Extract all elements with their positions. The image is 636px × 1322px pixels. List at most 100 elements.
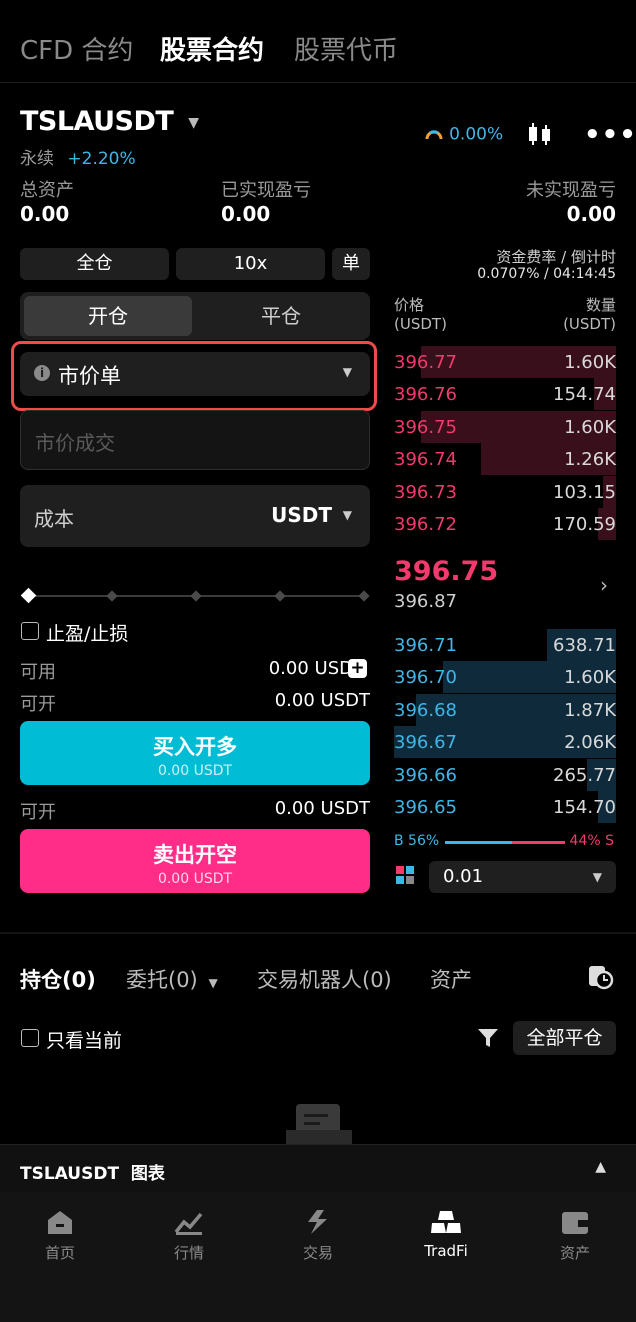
- total-assets-value: 0.00: [20, 202, 70, 226]
- buy-long-sub: 0.00 USDT: [157, 763, 233, 779]
- funding-value: 0.0707% / 04:14:45: [477, 266, 616, 282]
- order-qty: 1.60K: [564, 352, 616, 373]
- chevron-down-icon: ▼: [342, 365, 352, 379]
- gold-bars-icon: [431, 1211, 461, 1233]
- bid-row[interactable]: 396.68 1.87K: [394, 693, 616, 726]
- history-icon[interactable]: [586, 962, 614, 994]
- funding-label: 资金费率 / 倒计时: [496, 248, 616, 266]
- price-input[interactable]: 市价成交: [20, 410, 370, 470]
- order-type-select[interactable]: i 市价单 ▼: [20, 352, 370, 396]
- cost-input[interactable]: 成本 USDT ▼: [20, 485, 370, 547]
- order-qty: 170.59: [553, 514, 616, 535]
- ask-row[interactable]: 396.74 1.26K: [394, 443, 616, 476]
- bid-row[interactable]: 396.70 1.60K: [394, 661, 616, 694]
- more-icon[interactable]: •••: [584, 120, 636, 150]
- nav-assets[interactable]: 资产: [520, 1208, 630, 1263]
- contract-type: 永续 +2.20%: [20, 144, 136, 169]
- slider-handle[interactable]: [20, 587, 37, 604]
- slider-tick: [274, 590, 286, 602]
- nav-tradfi[interactable]: TradFi: [391, 1208, 501, 1260]
- mark-price: 396.87: [394, 591, 457, 612]
- position-mode-button[interactable]: 单: [332, 248, 370, 280]
- tab-cfd[interactable]: CFD 合约: [20, 30, 133, 67]
- tab-open[interactable]: 开仓: [24, 296, 192, 336]
- order-price: 396.71: [394, 635, 457, 656]
- markets-icon: [174, 1212, 203, 1235]
- ask-row[interactable]: 396.72 170.59: [394, 508, 616, 540]
- price-change: +2.20%: [67, 149, 136, 169]
- bid-row[interactable]: 396.67 2.06K: [394, 726, 616, 759]
- order-qty: 2.06K: [564, 732, 616, 754]
- ratio-bar: [445, 841, 565, 844]
- order-price: 396.77: [394, 352, 457, 373]
- price-header-label: 价格: [394, 296, 425, 314]
- unrealized-pnl-value: 0.00: [566, 202, 616, 226]
- contract-type-label: 永续: [20, 149, 54, 169]
- open-close-switch: 开仓 平仓: [20, 292, 370, 340]
- home-icon: [48, 1211, 72, 1234]
- order-qty: 1.60K: [564, 416, 616, 438]
- order-price: 396.75: [394, 416, 457, 438]
- realized-pnl-value: 0.00: [221, 202, 271, 226]
- gauge[interactable]: 0.00%: [424, 124, 503, 145]
- chart-bar[interactable]: TSLAUSDT 图表 ▲: [0, 1144, 636, 1192]
- filter-icon[interactable]: [477, 1027, 499, 1053]
- nav-markets-label: 行情: [173, 1244, 204, 1262]
- buy-long-button[interactable]: 买入开多 0.00 USDT: [20, 721, 370, 785]
- tp-sl-label: 止盈/止损: [46, 623, 129, 645]
- cost-unit-select[interactable]: USDT: [271, 503, 332, 527]
- tab-positions[interactable]: 持仓(0): [20, 964, 96, 994]
- add-funds-icon[interactable]: +: [348, 659, 367, 678]
- order-price: 396.70: [394, 667, 457, 689]
- chevron-right-icon[interactable]: ›: [600, 573, 608, 597]
- unrealized-pnl-label: 未实现盈亏: [526, 180, 616, 201]
- qty-header-label: 数量: [585, 296, 616, 314]
- nav-home-label: 首页: [44, 1244, 75, 1262]
- order-type-value: 市价单: [58, 364, 121, 388]
- bid-row[interactable]: 396.65 154.70: [394, 791, 616, 823]
- tab-stock-token[interactable]: 股票代币: [294, 30, 398, 67]
- orderbook-layout-icon[interactable]: [396, 866, 416, 890]
- available-label: 可用: [20, 662, 56, 683]
- price-header-unit: (USDT): [394, 315, 447, 333]
- order-price: 396.72: [394, 514, 457, 535]
- ask-row[interactable]: 396.76 154.74: [394, 378, 616, 411]
- precision-select[interactable]: 0.01 ▼: [429, 861, 616, 893]
- order-price: 396.68: [394, 699, 457, 721]
- total-assets-label: 总资产: [20, 180, 74, 201]
- wallet-icon: [562, 1212, 588, 1234]
- nav-home[interactable]: 首页: [5, 1208, 115, 1263]
- margin-mode-button[interactable]: 全仓: [20, 248, 169, 280]
- ask-row[interactable]: 396.77 1.60K: [394, 346, 616, 378]
- orderbook-qty-header: 数量 (USDT): [563, 296, 616, 334]
- slider-tick: [358, 590, 370, 602]
- order-price: 396.67: [394, 732, 457, 754]
- tab-stock-contract[interactable]: 股票合约: [160, 30, 264, 67]
- tab-close[interactable]: 平仓: [196, 296, 366, 336]
- tp-sl-checkbox[interactable]: [21, 622, 39, 640]
- bid-row[interactable]: 396.71 638.71: [394, 629, 616, 661]
- nav-trade[interactable]: 交易: [263, 1208, 373, 1263]
- close-all-button[interactable]: 全部平仓: [513, 1021, 616, 1055]
- order-qty: 1.26K: [564, 449, 616, 471]
- ask-row[interactable]: 396.73 103.15: [394, 475, 616, 508]
- nav-markets[interactable]: 行情: [134, 1208, 244, 1263]
- tab-orders[interactable]: 委托(0) ▼: [126, 964, 218, 994]
- precision-value: 0.01: [443, 866, 484, 887]
- leverage-button[interactable]: 10x: [176, 248, 325, 280]
- ask-row[interactable]: 396.75 1.60K: [394, 410, 616, 443]
- sell-short-button[interactable]: 卖出开空 0.00 USDT: [20, 829, 370, 893]
- tab-bots[interactable]: 交易机器人(0): [257, 964, 392, 994]
- symbol-selector[interactable]: TSLAUSDT ▼: [20, 106, 199, 137]
- can-open-label-short: 可开: [20, 802, 56, 823]
- only-current-label: 只看当前: [46, 1030, 123, 1052]
- nav-assets-label: 资产: [559, 1244, 590, 1262]
- slider-tick: [190, 590, 202, 602]
- last-price: 396.75: [394, 556, 499, 587]
- candlestick-chart-icon[interactable]: [526, 120, 554, 152]
- bid-row[interactable]: 396.66 265.77: [394, 758, 616, 791]
- tab-assets[interactable]: 资产: [430, 964, 472, 994]
- only-current-checkbox[interactable]: [21, 1029, 39, 1047]
- chevron-down-icon: ▼: [592, 870, 602, 884]
- nav-trade-label: 交易: [302, 1244, 333, 1262]
